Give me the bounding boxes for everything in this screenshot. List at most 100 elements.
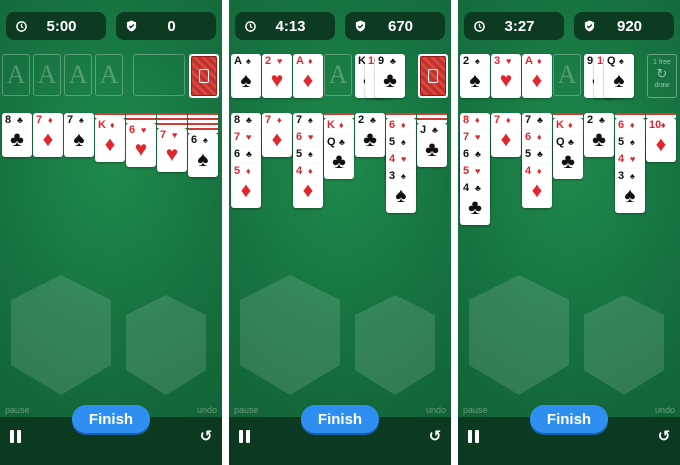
score-value: 0 bbox=[167, 17, 176, 35]
stock-pile[interactable] bbox=[189, 54, 219, 98]
tableau-card[interactable]: 3 ♠ ♠ bbox=[386, 169, 416, 213]
tableau-card[interactable]: 7 ♦ ♦ bbox=[262, 113, 292, 157]
redeal-button[interactable]: 1 free ↻ draw bbox=[647, 54, 677, 98]
decorative-dice bbox=[235, 270, 445, 400]
card-suit-large: ♣ bbox=[10, 128, 24, 151]
card-rank: 4 bbox=[525, 165, 532, 177]
card-suit-small: ♠ bbox=[475, 56, 480, 66]
finish-button[interactable]: Finish bbox=[72, 405, 150, 433]
card-back-emblem bbox=[428, 69, 438, 83]
foundation-card[interactable]: 3 ♥ ♥ bbox=[491, 54, 521, 98]
game-screen: 5:00 0 A A A A 8 ♣ ♣ 7 ♦ ♦ 7 ♠ ♠ K ♦ ♦ 6 ♥ ♥ 7 ♥ ♥ 6 ♠ ♠ pause undo F… bbox=[0, 0, 222, 465]
tableau-card[interactable]: J ♣ ♣ bbox=[417, 123, 447, 167]
card-suit-small: ♦ bbox=[475, 115, 480, 125]
card-rank: 9 bbox=[587, 55, 594, 67]
finish-button[interactable]: Finish bbox=[530, 405, 608, 433]
card-suit-small: ♦ bbox=[246, 166, 251, 176]
tableau-card[interactable]: 8 ♣ ♣ bbox=[2, 113, 32, 157]
card-suit-small: ♦ bbox=[537, 166, 542, 176]
card-rank: 5 bbox=[296, 148, 303, 160]
tableau-card[interactable]: Q ♣ ♣ bbox=[553, 135, 583, 179]
foundation-slot-empty[interactable]: A bbox=[64, 54, 92, 96]
card-suit-large: ♣ bbox=[468, 196, 482, 219]
foundation-slot-empty[interactable]: A bbox=[95, 54, 123, 96]
card-suit-small: ♠ bbox=[619, 56, 624, 66]
card-suit-large: ♥ bbox=[499, 69, 513, 92]
finish-button[interactable]: Finish bbox=[301, 405, 379, 433]
card-rank: 6 bbox=[463, 148, 470, 160]
card-rank: 7 bbox=[234, 131, 241, 143]
card-rank: 3 bbox=[618, 170, 625, 182]
card-suit-large: ♦ bbox=[531, 179, 543, 202]
card-back-pattern bbox=[420, 56, 446, 96]
card-suit-small: ♣ bbox=[568, 137, 574, 147]
undo-icon[interactable]: ↺ bbox=[198, 429, 214, 445]
card-rank: 4 bbox=[618, 153, 625, 165]
card-rank: 8 bbox=[234, 114, 241, 126]
tableau-card[interactable]: 7 ♦ ♦ bbox=[33, 113, 63, 157]
score-display: 0 bbox=[116, 12, 216, 40]
stock-pile[interactable] bbox=[418, 54, 448, 98]
tableau-card[interactable]: 2 ♣ ♣ bbox=[584, 113, 614, 157]
tableau-card[interactable]: K ♦ ♦ bbox=[95, 118, 125, 162]
card-suit-small: ♥ bbox=[246, 132, 252, 142]
card-rank: 5 bbox=[463, 165, 470, 177]
card-suit-small: ♦ bbox=[568, 120, 573, 130]
foundation-slot-empty[interactable]: A bbox=[324, 54, 352, 96]
pause-icon[interactable] bbox=[466, 429, 482, 445]
card-rank: Q bbox=[327, 136, 336, 148]
card-rank: 2 bbox=[587, 114, 594, 126]
foundation-slot-empty[interactable]: A bbox=[2, 54, 30, 96]
tableau-card[interactable]: 4 ♣ ♣ bbox=[460, 181, 490, 225]
foundation-card[interactable]: A ♦ ♦ bbox=[293, 54, 323, 98]
undo-label: undo bbox=[425, 405, 446, 415]
foundation-card[interactable]: 2 ♥ ♥ bbox=[262, 54, 292, 98]
card-rank: K bbox=[327, 119, 335, 131]
tableau-card[interactable]: 7 ♠ ♠ bbox=[64, 113, 94, 157]
card-suit-small: ♣ bbox=[537, 149, 543, 159]
card-rank: 4 bbox=[463, 182, 470, 194]
undo-icon[interactable]: ↺ bbox=[656, 429, 672, 445]
card-suit-large: ♦ bbox=[271, 128, 283, 151]
foundation-card[interactable]: A ♠ ♠ bbox=[231, 54, 261, 98]
foundation-slot-empty[interactable]: A bbox=[33, 54, 61, 96]
tableau-card[interactable]: 6 ♠ ♠ bbox=[188, 133, 218, 177]
timer-value: 4:13 bbox=[275, 17, 306, 35]
tableau-card[interactable]: 4 ♦ ♦ bbox=[522, 164, 552, 208]
tableau-card[interactable]: 7 ♦ ♦ bbox=[491, 113, 521, 157]
tableau-card[interactable]: 6 ♥ ♥ bbox=[126, 123, 156, 167]
pause-label: pause bbox=[234, 405, 259, 415]
tableau-card[interactable]: 4 ♦ ♦ bbox=[293, 164, 323, 208]
card-rank: 6 bbox=[525, 131, 532, 143]
card-suit-small: ♥ bbox=[630, 154, 636, 164]
tableau-card[interactable]: Q ♣ ♣ bbox=[324, 135, 354, 179]
game-screen: 4:13670A♠♠2♥♥A♦♦AK♣♣10♥♥9♣♣8♣♣7♥♥6♣♣5♦♦7… bbox=[229, 0, 451, 465]
card-suit-small: ♦ bbox=[537, 132, 542, 142]
card-suit-small: ♣ bbox=[390, 56, 396, 66]
card-suit-small: ♥ bbox=[141, 125, 147, 135]
foundation-card[interactable]: A ♦ ♦ bbox=[522, 54, 552, 98]
card-rank: 2 bbox=[358, 114, 365, 126]
card-rank: 7 bbox=[265, 114, 272, 126]
pause-icon[interactable] bbox=[237, 429, 253, 445]
card-rank: 5 bbox=[618, 136, 625, 148]
tableau-card[interactable]: 2 ♣ ♣ bbox=[355, 113, 385, 157]
foundation-card[interactable]: 2 ♠ ♠ bbox=[460, 54, 490, 98]
tableau-card[interactable]: 10 ♦ ♦ bbox=[646, 118, 676, 162]
tableau-card[interactable]: 7 ♥ ♥ bbox=[157, 128, 187, 172]
card-suit-large: ♠ bbox=[613, 69, 625, 92]
waste-card[interactable]: 9 ♣ ♣ bbox=[375, 54, 405, 98]
undo-icon[interactable]: ↺ bbox=[427, 429, 443, 445]
shield-check-icon bbox=[354, 20, 366, 32]
waste-card[interactable]: Q ♠ ♠ bbox=[604, 54, 634, 98]
pause-icon[interactable] bbox=[8, 429, 24, 445]
card-suit-large: ♠ bbox=[395, 184, 407, 207]
undo-label: undo bbox=[196, 405, 217, 415]
tableau-card[interactable]: 3 ♠ ♠ bbox=[615, 169, 645, 213]
card-suit-small: ♦ bbox=[308, 166, 313, 176]
foundation-slot-empty[interactable]: A bbox=[553, 54, 581, 96]
tableau-card[interactable]: 5 ♦ ♦ bbox=[231, 164, 261, 208]
card-rank: 6 bbox=[618, 119, 625, 131]
redeal-line-2: draw bbox=[654, 82, 670, 89]
card-suit-small: ♣ bbox=[246, 149, 252, 159]
